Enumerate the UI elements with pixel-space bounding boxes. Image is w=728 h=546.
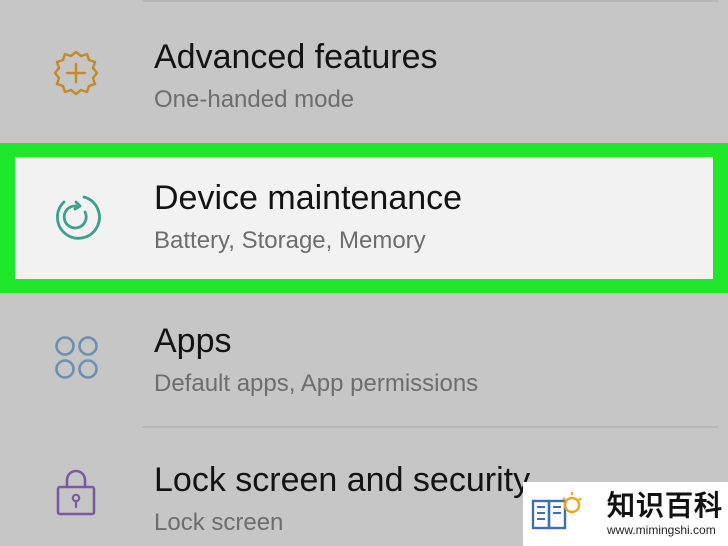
settings-item-subtitle: One-handed mode <box>154 86 355 113</box>
lock-icon <box>45 460 107 522</box>
settings-item-subtitle: Default apps, App permissions <box>154 370 479 397</box>
settings-item-subtitle: Battery, Storage, Memory <box>154 227 426 254</box>
settings-item-subtitle: Lock screen <box>154 509 284 536</box>
watermark-badge: 知识百科 www.mimingshi.com <box>523 482 728 546</box>
settings-screen: Advanced features One-handed mode Device… <box>0 0 728 546</box>
refresh-circle-icon <box>45 184 107 246</box>
four-circles-icon <box>45 326 107 388</box>
settings-item-device-maintenance[interactable]: Device maintenance Battery, Storage, Mem… <box>0 143 728 293</box>
settings-item-title: Device maintenance <box>154 179 463 217</box>
settings-item-title: Apps <box>154 322 232 360</box>
gear-plus-icon <box>45 40 107 102</box>
watermark-url: www.mimingshi.com <box>607 523 716 537</box>
settings-item-advanced-features[interactable]: Advanced features One-handed mode <box>0 0 728 143</box>
watermark-logo-icon <box>529 488 585 540</box>
settings-item-apps[interactable]: Apps Default apps, App permissions <box>0 293 728 428</box>
watermark-name: 知识百科 <box>607 490 724 521</box>
settings-item-title: Lock screen and security <box>154 461 531 499</box>
settings-item-title: Advanced features <box>154 38 438 76</box>
